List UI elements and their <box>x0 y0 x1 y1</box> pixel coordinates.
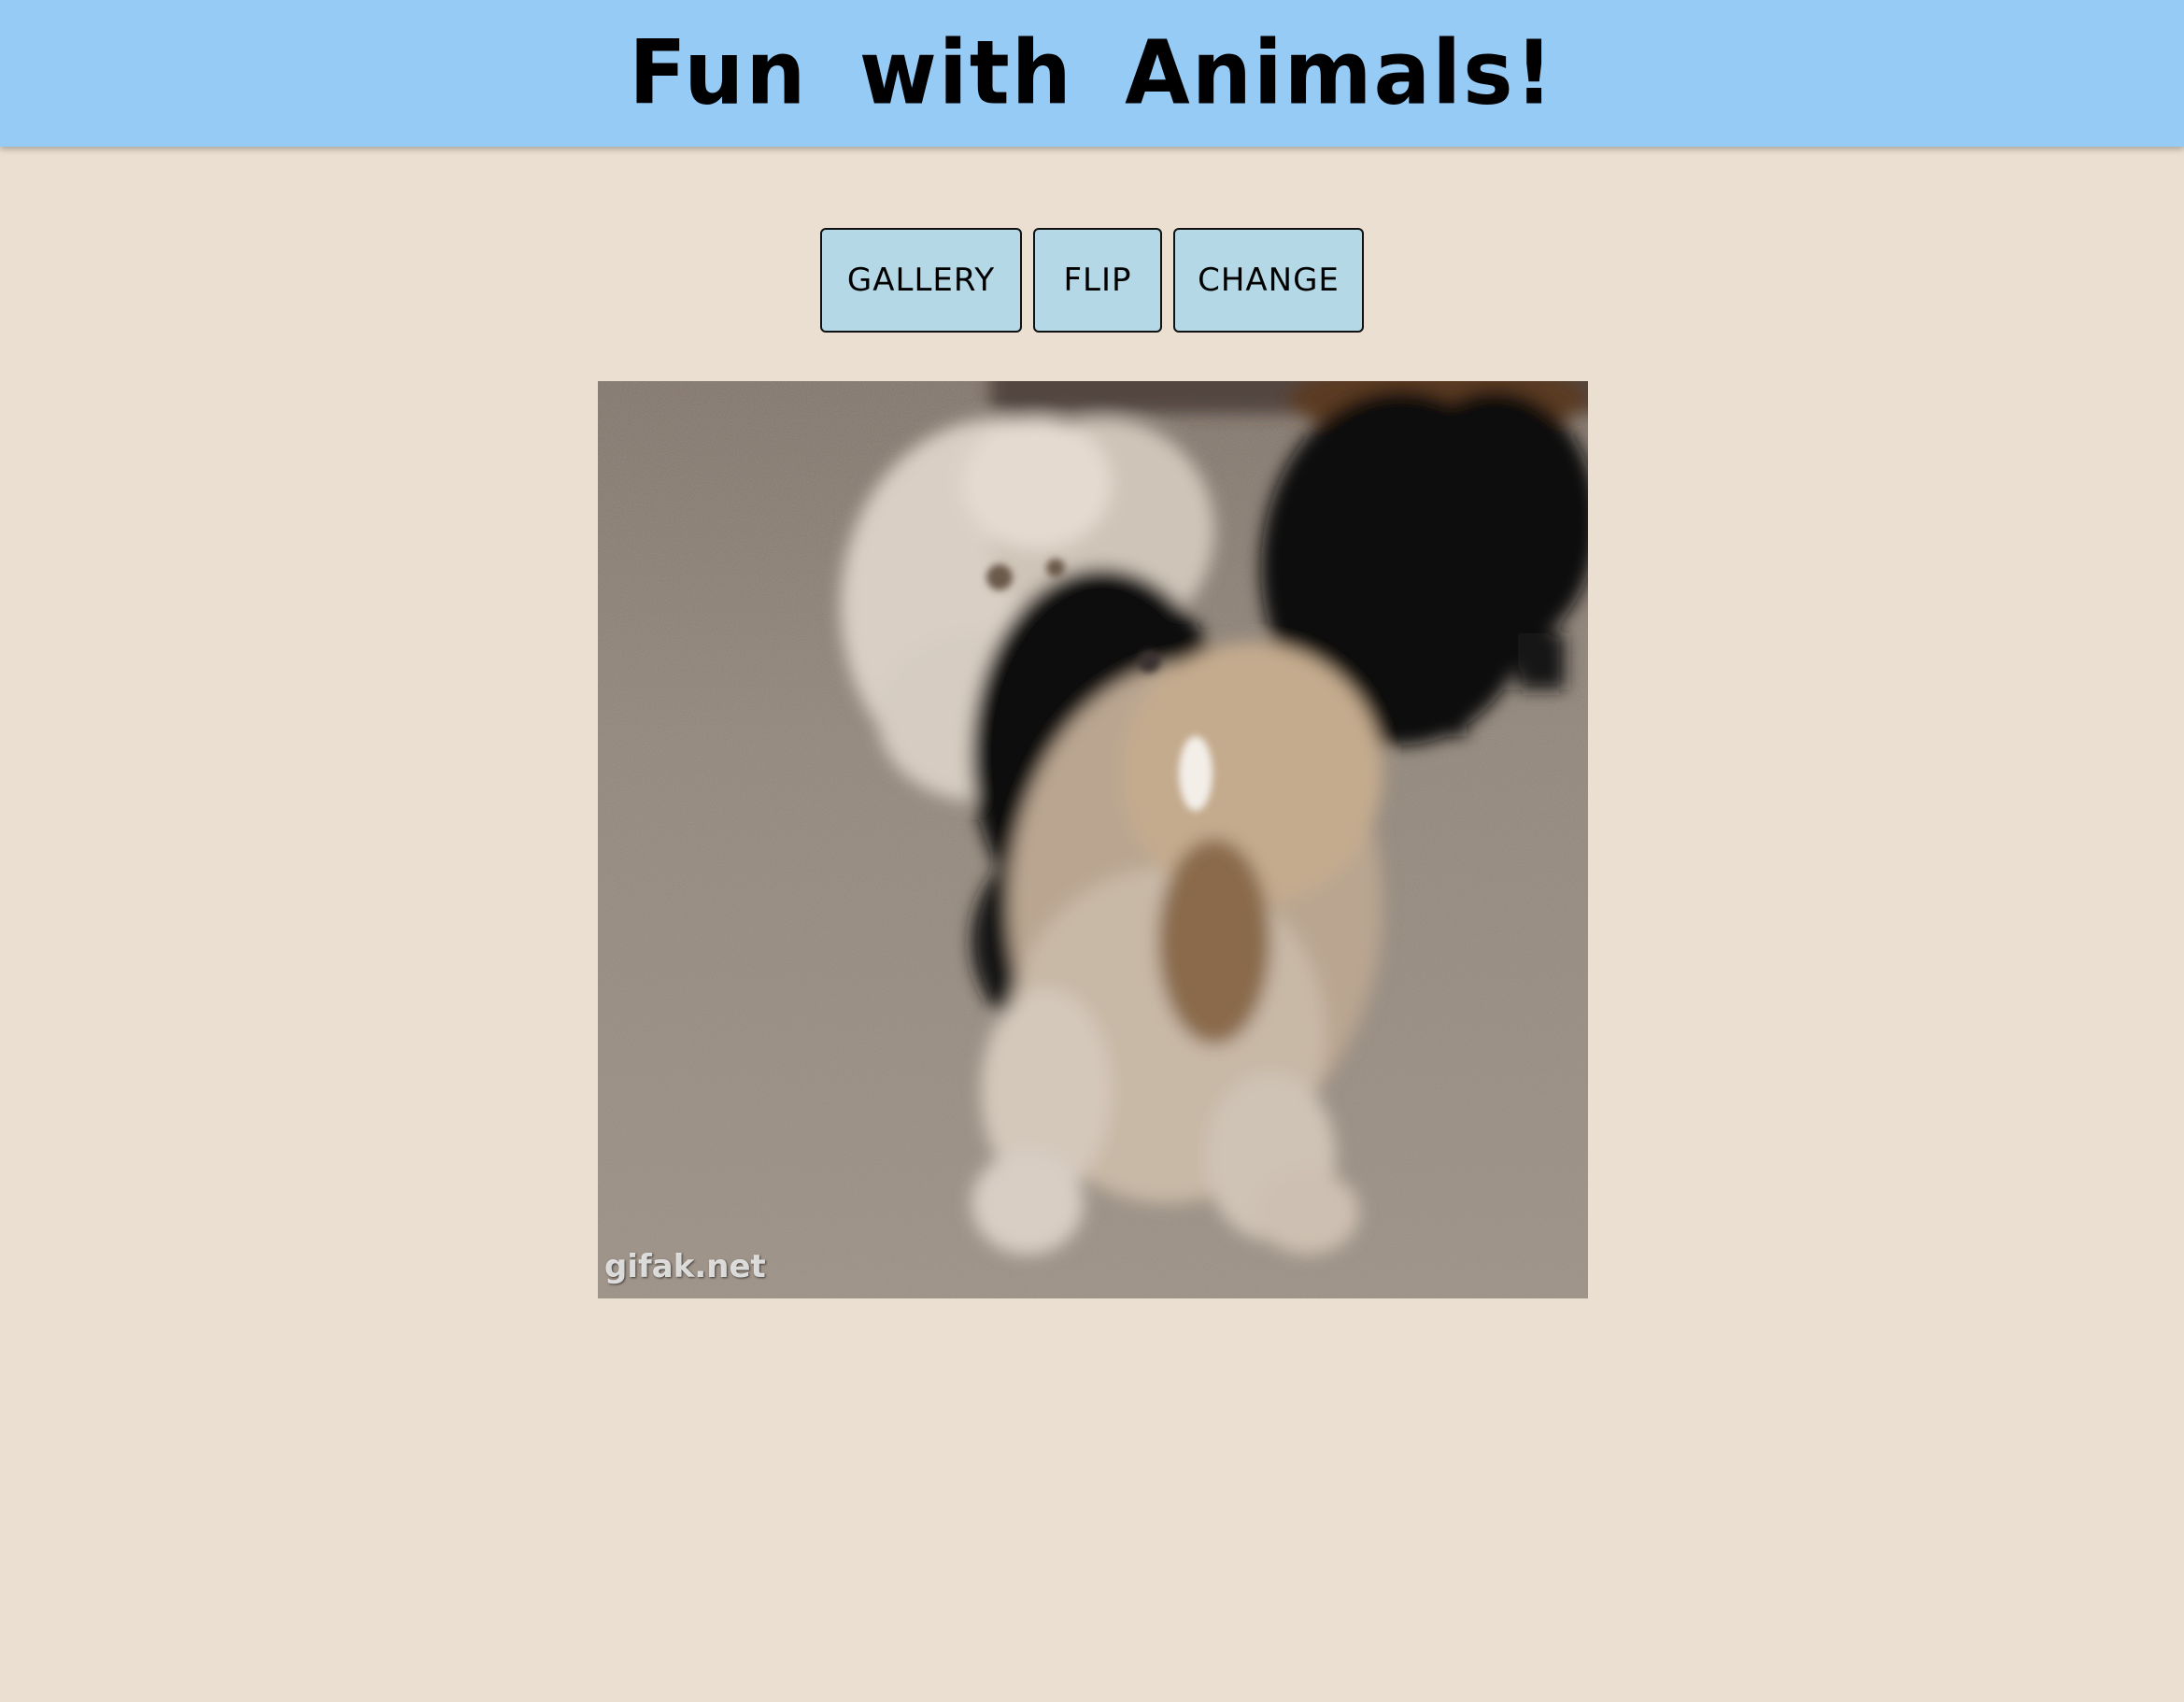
watermark-text: gifak.net <box>604 1248 766 1285</box>
flip-button[interactable]: FLIP <box>1033 228 1162 333</box>
animal-image: gifak.net <box>598 381 1588 1298</box>
change-button[interactable]: CHANGE <box>1173 228 1364 333</box>
page-header: Fun with Animals! <box>0 0 2184 147</box>
page-title: Fun with Animals! <box>629 21 1555 125</box>
gallery-button[interactable]: GALLERY <box>820 228 1022 333</box>
dogs-illustration <box>598 381 1588 1298</box>
control-buttons: GALLERY FLIP CHANGE <box>0 228 2184 334</box>
